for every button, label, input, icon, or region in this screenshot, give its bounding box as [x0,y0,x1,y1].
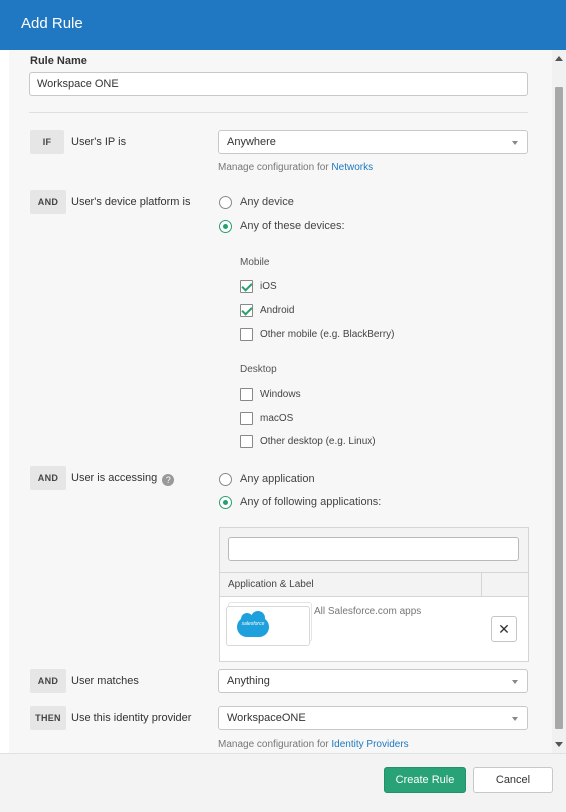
rule-name-input[interactable]: Workspace ONE [29,72,528,96]
salesforce-logo-text: salesforce [241,621,265,627]
ip-select[interactable]: Anywhere [218,130,528,154]
divider [29,112,528,113]
checkbox-other-desktop[interactable]: Other desktop (e.g. Linux) [240,433,376,449]
networks-helper: Manage configuration for Networks [218,162,373,173]
application-table-header: Application & Label [220,573,528,597]
platform-condition-label: User's device platform is [71,196,191,208]
checkbox-windows[interactable]: Windows [240,386,301,402]
identity-providers-helper: Manage configuration for Identity Provid… [218,739,409,750]
accessing-condition-text: User is accessing [71,472,158,484]
radio-any-of-following-applications[interactable]: Any of following applications: [219,494,381,510]
salesforce-cloud-icon: salesforce [237,611,269,637]
checkbox-other-desktop-label: Other desktop (e.g. Linux) [260,435,376,447]
accessing-condition-label: User is accessing? [71,472,175,486]
checkbox-macos-label: macOS [260,412,294,424]
identity-provider-condition-label: Use this identity provider [71,712,192,724]
radio-any-of-these-devices-label: Any of these devices: [240,220,345,232]
salesforce-logo-tile: salesforce [226,606,310,646]
identity-providers-link[interactable]: Identity Providers [331,739,408,750]
checkbox-unchecked[interactable] [240,434,253,448]
checkbox-ios-label: iOS [260,280,277,292]
user-matches-select[interactable]: Anything [218,669,528,693]
dialog-header: Add Rule [0,0,566,50]
user-matches-select-value: Anything [227,675,270,687]
matches-condition-label: User matches [71,675,139,687]
checkbox-other-mobile-label: Other mobile (e.g. BlackBerry) [260,328,395,340]
column-divider [481,573,482,597]
checkbox-android-label: Android [260,304,295,316]
checkbox-unchecked[interactable] [240,387,253,401]
chevron-down-icon [512,141,518,145]
radio-button[interactable] [219,195,232,209]
chevron-down-icon [512,717,518,721]
chevron-down-icon [512,680,518,684]
radio-any-device[interactable]: Any device [219,194,294,210]
checkbox-ios[interactable]: iOS [240,278,277,294]
mobile-group-title: Mobile [240,257,270,268]
radio-any-application[interactable]: Any application [219,471,315,487]
scrollbar-thumb[interactable] [555,87,563,729]
application-label-column: Application & Label [228,579,314,590]
radio-button-selected[interactable] [219,495,232,509]
vertical-scrollbar[interactable] [552,50,566,753]
operator-then-badge: THEN [30,706,66,730]
desktop-group-title: Desktop [240,364,277,375]
checkbox-windows-label: Windows [260,388,301,400]
operator-if-badge: IF [30,130,64,154]
ip-condition-label: User's IP is [71,136,127,148]
operator-and-badge: AND [30,466,66,490]
checkbox-checked[interactable] [240,279,253,293]
networks-link[interactable]: Networks [331,162,373,173]
ip-select-value: Anywhere [227,136,276,148]
operator-and-badge: AND [30,190,66,214]
application-picker: Application & Label salesforce All Sales… [219,527,529,662]
identity-provider-select-value: WorkspaceONE [227,712,306,724]
operator-and-badge: AND [30,669,66,693]
identity-provider-select[interactable]: WorkspaceONE [218,706,528,730]
radio-any-application-label: Any application [240,473,315,485]
radio-any-of-following-applications-label: Any of following applications: [240,496,382,508]
checkbox-android[interactable]: Android [240,302,294,318]
application-name: All Salesforce.com apps [314,606,422,617]
dialog-footer: Create Rule Cancel [0,753,566,812]
rule-name-label: Rule Name [30,55,87,67]
checkbox-macos[interactable]: macOS [240,410,293,426]
radio-any-of-these-devices[interactable]: Any of these devices: [219,218,345,234]
create-rule-button[interactable]: Create Rule [384,767,466,793]
scroll-down-arrow-icon[interactable] [555,742,563,747]
dialog-body: Rule Name Workspace ONE IF User's IP is … [9,50,552,753]
checkbox-checked[interactable] [240,303,253,317]
application-search-input[interactable] [228,537,519,561]
scroll-up-arrow-icon[interactable] [555,56,563,61]
checkbox-unchecked[interactable] [240,327,253,341]
help-icon[interactable]: ? [162,474,175,486]
networks-helper-text: Manage configuration for [218,162,329,173]
remove-application-button[interactable]: ✕ [491,616,517,642]
checkbox-unchecked[interactable] [240,411,253,425]
cancel-button[interactable]: Cancel [473,767,553,793]
identity-providers-helper-text: Manage configuration for [218,739,329,750]
radio-button[interactable] [219,472,232,486]
application-search-area [220,528,528,573]
checkbox-other-mobile[interactable]: Other mobile (e.g. BlackBerry) [240,326,395,342]
radio-any-device-label: Any device [240,196,294,208]
dialog-title: Add Rule [21,15,83,32]
radio-button-selected[interactable] [219,219,232,233]
